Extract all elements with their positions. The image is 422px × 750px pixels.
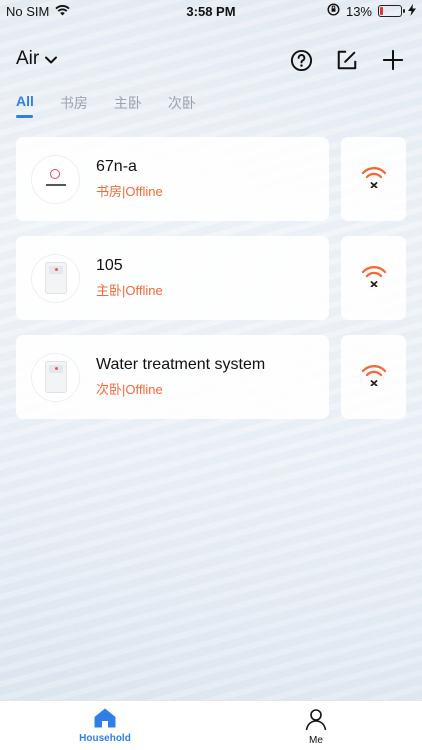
device-info: Water treatment system 次卧|Offline	[96, 356, 265, 398]
battery-percent: 13%	[345, 3, 372, 19]
tab-label: 次卧	[167, 95, 196, 111]
tab-me[interactable]: Me	[276, 707, 356, 746]
help-icon[interactable]	[288, 47, 314, 73]
tab-label: All	[16, 93, 34, 109]
device-name: Water treatment system	[96, 356, 266, 373]
add-icon[interactable]	[380, 47, 406, 73]
edit-icon[interactable]	[334, 47, 360, 73]
home-name: Air	[16, 48, 40, 69]
battery-icon	[378, 5, 405, 17]
tab-label: 书房	[59, 95, 88, 111]
appliance-thumb	[31, 352, 80, 402]
tab-me-label: Me	[309, 735, 323, 746]
tab-active-indicator	[16, 115, 33, 118]
device-list: 67n-a 书房|Offline 105 主卧|Offline Water tr…	[16, 137, 406, 434]
battery-fill	[380, 7, 383, 15]
connection-status-button[interactable]	[341, 236, 406, 320]
tab-household[interactable]: Household	[65, 707, 145, 744]
tab-second-bedroom[interactable]: 次卧	[168, 93, 196, 113]
device-name: 105	[96, 257, 123, 274]
device-info: 105 主卧|Offline	[96, 257, 163, 299]
charging-bolt-icon	[408, 3, 416, 19]
header-actions	[288, 47, 406, 73]
room-tabs: All 书房 主卧 次卧	[16, 93, 196, 118]
status-bar: No SIM 3:58 PM 13%	[0, 0, 422, 22]
user-icon	[305, 709, 327, 731]
device-row: 105 主卧|Offline	[16, 236, 406, 320]
header: Air	[0, 44, 422, 76]
tab-study[interactable]: 书房	[60, 93, 88, 113]
tab-all[interactable]: All	[16, 93, 34, 118]
device-status: 书房|Offline	[96, 184, 163, 199]
device-card-67n-a[interactable]: 67n-a 书房|Offline	[16, 137, 329, 221]
device-row: 67n-a 书房|Offline	[16, 137, 406, 221]
orientation-lock-icon	[327, 3, 340, 19]
home-icon	[94, 708, 116, 728]
bottom-tab-bar: Household Me	[0, 700, 422, 750]
device-status: 次卧|Offline	[96, 382, 163, 397]
status-right-group: 13%	[327, 3, 416, 19]
device-card-water-treatment[interactable]: Water treatment system 次卧|Offline	[16, 335, 329, 419]
wifi-off-icon	[361, 364, 387, 391]
wifi-off-icon	[361, 166, 387, 193]
device-name: 67n-a	[96, 158, 137, 175]
connection-status-button[interactable]	[341, 137, 406, 221]
device-card-105[interactable]: 105 主卧|Offline	[16, 236, 329, 320]
purifier-illustration	[39, 166, 73, 192]
connection-status-button[interactable]	[341, 335, 406, 419]
wifi-off-icon	[361, 265, 387, 292]
chevron-down-icon	[45, 48, 58, 70]
appliance-illustration	[44, 262, 67, 294]
tab-master-bedroom[interactable]: 主卧	[114, 93, 142, 113]
appliance-illustration	[44, 361, 67, 393]
device-info: 67n-a 书房|Offline	[96, 158, 163, 200]
home-selector[interactable]: Air	[16, 48, 58, 70]
tab-household-label: Household	[79, 733, 131, 744]
device-row: Water treatment system 次卧|Offline	[16, 335, 406, 419]
round-purifier-thumb	[31, 154, 80, 204]
appliance-thumb	[31, 253, 80, 303]
tab-label: 主卧	[113, 95, 142, 111]
device-status: 主卧|Offline	[96, 283, 163, 298]
